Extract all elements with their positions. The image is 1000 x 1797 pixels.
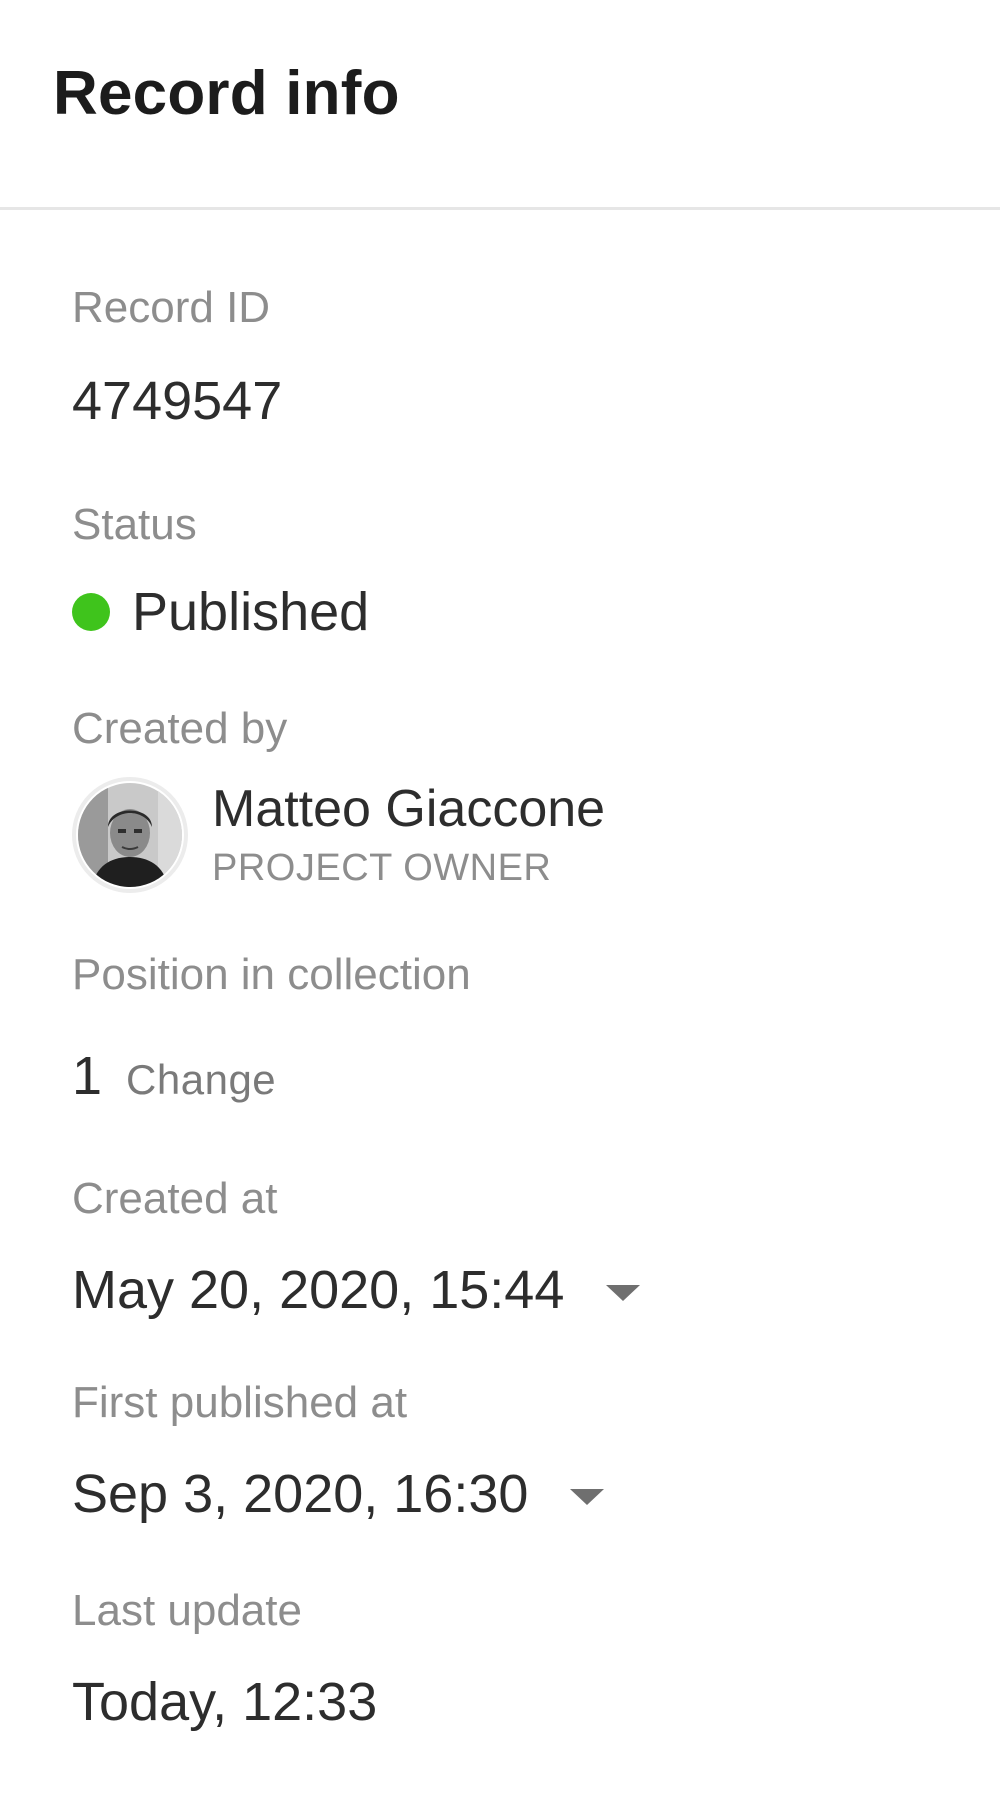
record-id-label: Record ID [72, 283, 271, 332]
caret-down-icon[interactable] [570, 1489, 605, 1505]
created-by-field: Created by Matteo Giaccone PROJECT OWNER [72, 707, 1000, 893]
caret-down-icon[interactable] [606, 1285, 641, 1301]
record-info-panel: Record info Record ID 4749547 Status Pub… [0, 0, 1000, 1797]
panel-title: Record info [53, 59, 400, 128]
created-at-label: Created at [72, 1174, 278, 1223]
first-published-toggle[interactable]: Sep 3, 2020, 16:30 [72, 1467, 1000, 1521]
first-published-field: First published at Sep 3, 2020, 16:30 [72, 1381, 1000, 1521]
last-update-field: Last update Today, 12:33 [72, 1586, 1000, 1732]
record-id-field: Record ID 4749547 [72, 283, 1000, 431]
created-at-value: May 20, 2020, 15:44 [72, 1260, 565, 1320]
user-avatar-photo-icon [78, 783, 182, 887]
position-value: 1 [72, 1046, 103, 1106]
avatar [72, 777, 188, 893]
creator-text: Matteo Giaccone PROJECT OWNER [212, 783, 605, 887]
change-position-link[interactable]: Change [126, 1056, 276, 1104]
created-at-field: Created at May 20, 2020, 15:44 [72, 1177, 1000, 1317]
created-by-label: Created by [72, 704, 288, 753]
first-published-value: Sep 3, 2020, 16:30 [72, 1464, 529, 1524]
status-value: Published [132, 582, 370, 642]
panel-header: Record info [0, 0, 1000, 210]
creator-role: PROJECT OWNER [212, 847, 552, 889]
record-id-value: 4749547 [72, 371, 283, 431]
first-published-label: First published at [72, 1378, 408, 1427]
creator-name: Matteo Giaccone [212, 780, 606, 838]
status-value-row: Published [72, 585, 1000, 639]
last-update-label: Last update [72, 1586, 302, 1635]
panel-body: Record ID 4749547 Status Published Creat… [0, 210, 1000, 1729]
status-field: Status Published [72, 503, 1000, 639]
last-update-value: Today, 12:33 [72, 1672, 378, 1732]
position-label: Position in collection [72, 950, 471, 999]
created-at-toggle[interactable]: May 20, 2020, 15:44 [72, 1263, 1000, 1317]
position-field: Position in collection 1 Change [72, 953, 1000, 1107]
status-dot-icon [72, 593, 110, 631]
position-row: 1 Change [72, 1045, 1000, 1107]
status-label: Status [72, 500, 197, 549]
creator-user: Matteo Giaccone PROJECT OWNER [72, 777, 1000, 893]
